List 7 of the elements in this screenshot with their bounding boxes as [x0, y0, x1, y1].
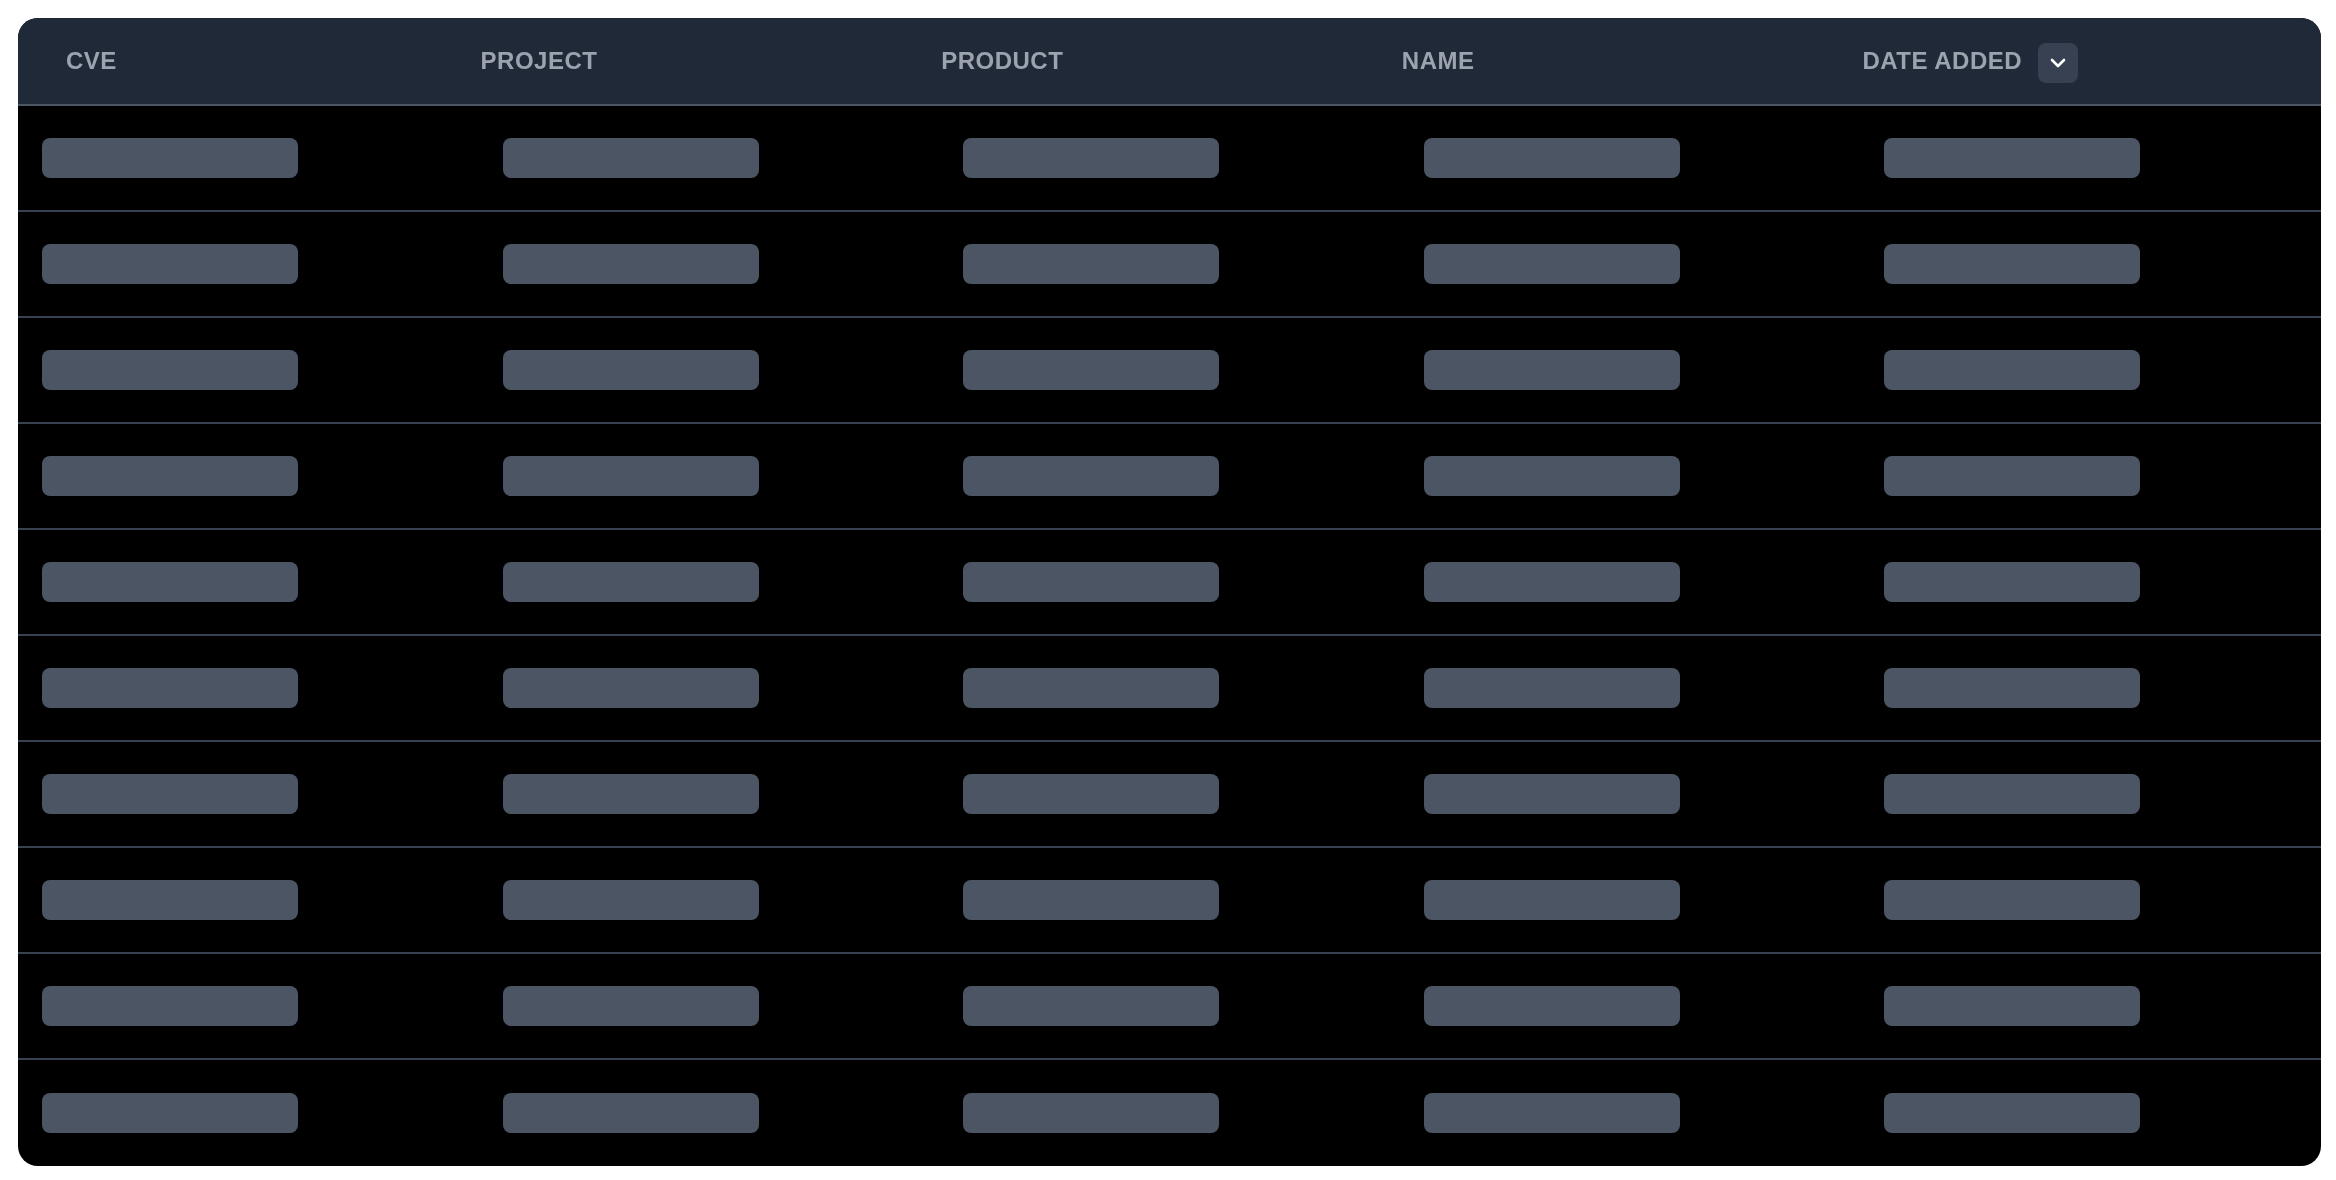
column-header: NAME	[1401, 47, 1475, 75]
sort-button[interactable]	[2038, 43, 2079, 83]
column-header: DATE ADDED	[1862, 47, 2023, 75]
chevron-down-icon	[2049, 57, 2068, 69]
column-header: PRODUCT	[941, 47, 1064, 75]
column-header: CVE	[66, 47, 117, 75]
column-header: PROJECT	[480, 47, 598, 75]
